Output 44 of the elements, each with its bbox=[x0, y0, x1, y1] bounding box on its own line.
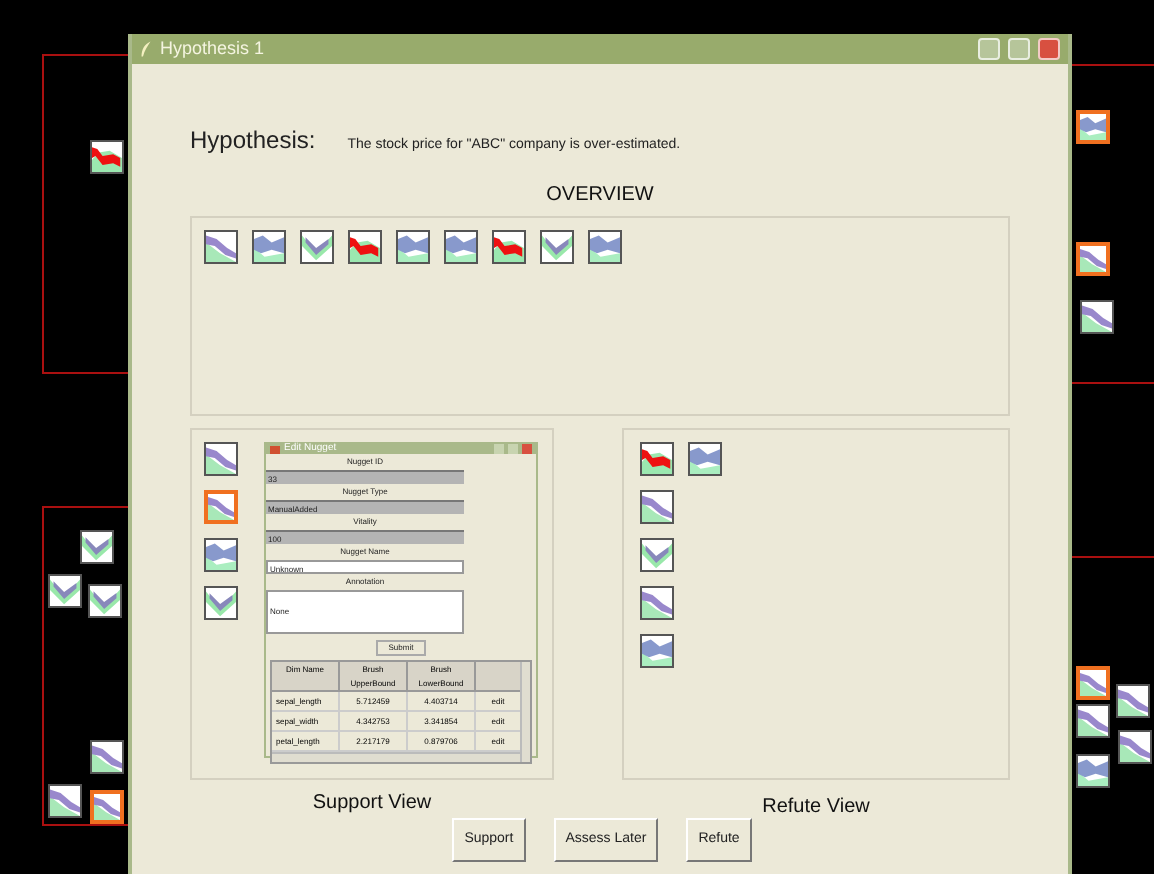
chart-thumbnail[interactable] bbox=[300, 230, 334, 264]
chart-thumbnail[interactable] bbox=[48, 574, 82, 608]
chart-thumbnail[interactable] bbox=[1116, 684, 1150, 718]
section-title: Support View bbox=[312, 790, 432, 818]
chart-thumbnail[interactable] bbox=[444, 230, 478, 264]
chart-thumbnail[interactable] bbox=[492, 230, 526, 264]
chart-thumbnail[interactable] bbox=[688, 442, 722, 476]
section-title: Refute View bbox=[762, 794, 870, 822]
vertical-scrollbar[interactable] bbox=[520, 662, 530, 762]
close-icon[interactable] bbox=[1038, 38, 1060, 60]
horizontal-scrollbar[interactable] bbox=[272, 752, 520, 762]
chart-thumbnail[interactable] bbox=[640, 538, 674, 572]
chart-thumbnail[interactable] bbox=[588, 230, 622, 264]
chart-thumbnail[interactable] bbox=[48, 784, 82, 818]
chart-thumbnail[interactable] bbox=[348, 230, 382, 264]
chart-thumbnail[interactable] bbox=[204, 230, 238, 264]
chart-thumbnail[interactable] bbox=[204, 586, 238, 620]
chart-thumbnail[interactable] bbox=[90, 740, 124, 774]
chart-thumbnail[interactable] bbox=[204, 538, 238, 572]
hypothesis-label: Hypothesis: bbox=[190, 124, 316, 158]
chart-thumbnail[interactable] bbox=[1076, 110, 1110, 144]
section-title: OVERVIEW bbox=[546, 182, 654, 210]
chart-thumbnail[interactable] bbox=[252, 230, 286, 264]
chart-thumbnail[interactable] bbox=[90, 140, 124, 174]
chart-thumbnail[interactable] bbox=[1076, 704, 1110, 738]
feather-icon bbox=[140, 40, 152, 58]
window-title: Hypothesis 1 bbox=[160, 40, 267, 58]
chart-thumbnail[interactable] bbox=[640, 490, 674, 524]
chart-thumbnail[interactable] bbox=[1118, 730, 1152, 764]
chart-thumbnail[interactable] bbox=[640, 442, 674, 476]
chart-thumbnail[interactable] bbox=[80, 530, 114, 564]
chart-thumbnail[interactable] bbox=[1076, 666, 1110, 700]
chart-thumbnail[interactable] bbox=[540, 230, 574, 264]
chart-thumbnail[interactable] bbox=[1076, 242, 1110, 276]
window-icon bbox=[270, 445, 280, 453]
chart-thumbnail[interactable] bbox=[90, 790, 124, 824]
chart-thumbnail[interactable] bbox=[396, 230, 430, 264]
chart-thumbnail[interactable] bbox=[1076, 754, 1110, 788]
chart-thumbnail[interactable] bbox=[640, 634, 674, 668]
chart-thumbnail[interactable] bbox=[204, 490, 238, 524]
chart-thumbnail[interactable] bbox=[204, 442, 238, 476]
chart-thumbnail[interactable] bbox=[640, 586, 674, 620]
chart-thumbnail[interactable] bbox=[88, 584, 122, 618]
chart-thumbnail[interactable] bbox=[1080, 300, 1114, 334]
